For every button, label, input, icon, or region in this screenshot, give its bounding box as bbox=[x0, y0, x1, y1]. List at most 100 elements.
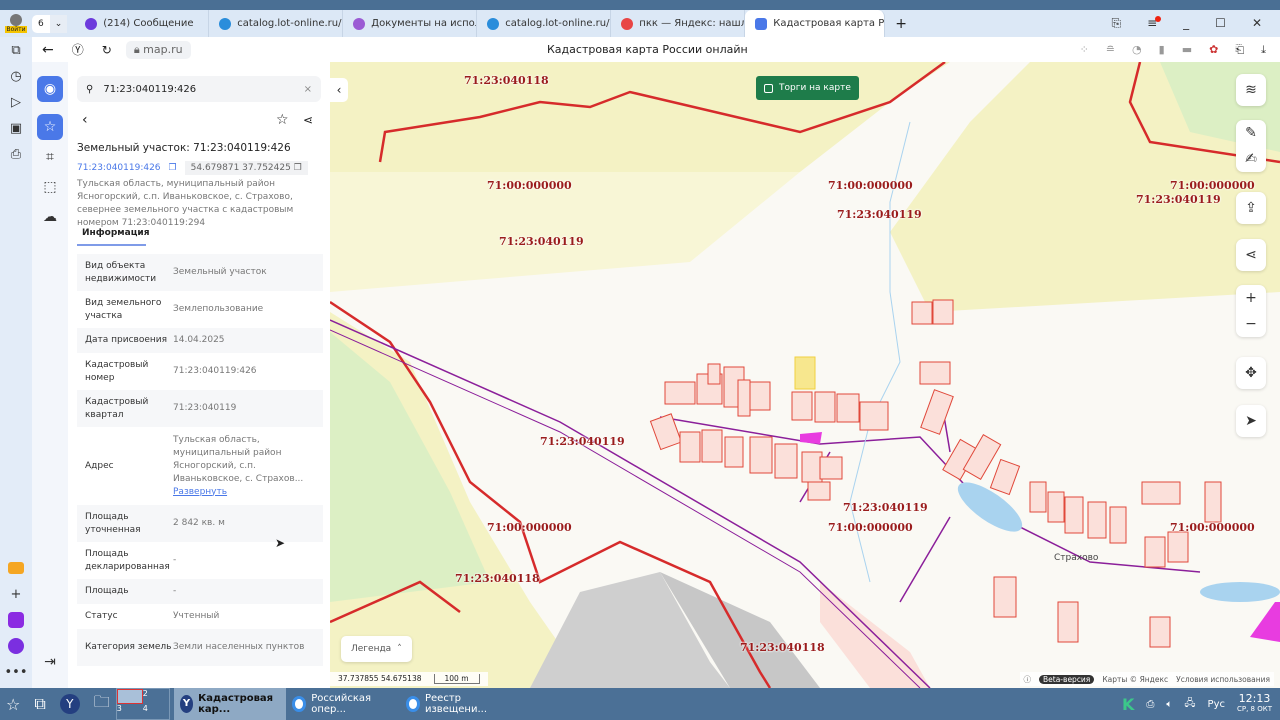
terms-link[interactable]: Условия использования bbox=[1176, 675, 1270, 684]
calendar-icon[interactable]: ▣ bbox=[0, 115, 32, 141]
back-button[interactable]: ‹ bbox=[82, 112, 88, 128]
url-field[interactable]: 🔒︎ map.ru bbox=[125, 40, 191, 59]
desktop-2[interactable]: 2 bbox=[143, 689, 169, 704]
mail-icon[interactable] bbox=[0, 555, 32, 581]
keyboard-layout[interactable]: Рус bbox=[1208, 699, 1225, 710]
tab-group-button[interactable]: 6 ⌄ bbox=[32, 14, 68, 33]
tab[interactable]: catalog.lot-online.ru/inde bbox=[477, 10, 612, 37]
layers-button[interactable]: ≋ bbox=[1236, 74, 1266, 106]
bookmarks-icon[interactable]: ⎘ bbox=[1112, 16, 1122, 31]
tab-active[interactable]: Кадастровая карта Ро× bbox=[745, 10, 886, 37]
profile-button[interactable]: Войти bbox=[0, 14, 32, 33]
yandex-browser-icon[interactable]: Y bbox=[59, 694, 80, 714]
tab-information[interactable]: Информация bbox=[77, 224, 150, 246]
zoom-in-button[interactable]: + bbox=[1245, 290, 1257, 306]
tab[interactable]: пкк — Яндекс: нашлось bbox=[611, 10, 746, 37]
app-logo-icon[interactable]: ◉ bbox=[37, 76, 63, 102]
taskbar-app[interactable]: Реестр извещени... bbox=[400, 688, 514, 720]
tab[interactable]: (214) Сообщение bbox=[75, 10, 210, 37]
profile-label: Войти bbox=[5, 26, 27, 33]
back-icon[interactable]: ← bbox=[42, 42, 54, 58]
legend-button[interactable]: Легенда ˄ bbox=[341, 636, 412, 662]
copy-coords-icon[interactable]: ❐ bbox=[294, 163, 302, 173]
torgi-button[interactable]: Торги на карте bbox=[756, 76, 859, 100]
quarter-label: 71:23:040119 bbox=[837, 208, 922, 221]
printer-icon[interactable]: ⎙ bbox=[1146, 699, 1154, 710]
coordinates: 54.679871 37.752425 bbox=[190, 163, 291, 173]
translate-icon[interactable]: ◔ bbox=[1132, 43, 1142, 57]
taskbar-app[interactable]: Российская опер... bbox=[286, 688, 400, 720]
tabs-icon[interactable]: ⧉ bbox=[0, 37, 32, 63]
expand-link[interactable]: Развернуть bbox=[173, 487, 227, 497]
collapse-panel-button[interactable]: ‹ bbox=[330, 78, 348, 102]
tab[interactable]: catalog.lot-online.ru/inde bbox=[209, 10, 344, 37]
select-area-icon[interactable]: ⬚ bbox=[37, 174, 63, 200]
desktop-4[interactable]: 4 bbox=[143, 704, 169, 719]
copy-icon[interactable]: ❐ bbox=[169, 163, 177, 173]
extensions-icon[interactable]: ⁘ bbox=[1080, 43, 1089, 57]
map-canvas[interactable]: 71:23:040118 71:00:000000 71:23:040119 7… bbox=[330, 62, 1280, 688]
app-rail: ◉ ☆ ⌗ ⬚ ☁ ⇥ bbox=[32, 62, 68, 688]
login-icon[interactable]: ⇥ bbox=[37, 649, 63, 675]
flower-extension-icon[interactable]: ✿ bbox=[1209, 43, 1218, 57]
clock[interactable]: 12:13 СР, 8 ОКТ bbox=[1237, 693, 1272, 715]
volume-icon[interactable]: 🔈︎ bbox=[1166, 699, 1172, 710]
messenger-icon[interactable] bbox=[0, 607, 32, 633]
favorites-icon[interactable]: ☆ bbox=[37, 114, 63, 140]
favorite-star-icon[interactable]: ☆ bbox=[276, 112, 289, 128]
share-map-button[interactable]: ⋖ bbox=[1236, 239, 1266, 271]
pan-button[interactable]: ✥ bbox=[1236, 357, 1266, 389]
reload-icon[interactable]: ↻ bbox=[102, 43, 112, 57]
cloud-icon[interactable]: ☁ bbox=[37, 204, 63, 230]
yandex-icon[interactable]: Ⓨ bbox=[72, 41, 84, 58]
ruler-icon[interactable]: ✎ bbox=[1245, 125, 1257, 141]
search-value: 71:23:040119:426 bbox=[103, 83, 197, 95]
collections-icon[interactable]: ⎗ bbox=[1235, 43, 1244, 57]
reader-icon[interactable]: ≘ bbox=[1106, 43, 1115, 57]
close-window-button[interactable]: ✕ bbox=[1252, 16, 1262, 31]
bookmark-icon[interactable]: ▮ bbox=[1159, 43, 1165, 57]
browser-sidebar: ⧉ ◷ ▷ ▣ ⎙ + ••• bbox=[0, 37, 32, 688]
history-icon[interactable]: ◷ bbox=[0, 63, 32, 89]
geolocate-button[interactable]: ➤ bbox=[1236, 405, 1266, 437]
row-key: Адрес bbox=[85, 460, 114, 471]
vpn-icon[interactable]: ▬ bbox=[1182, 43, 1192, 57]
start-menu-icon[interactable]: ☆ bbox=[6, 695, 20, 714]
desktop-1[interactable] bbox=[116, 689, 143, 704]
road-segment bbox=[1250, 602, 1280, 642]
alice-icon[interactable] bbox=[0, 633, 32, 659]
attribution[interactable]: Карты © Яндекс bbox=[1102, 675, 1168, 684]
download-icon[interactable]: ⤓ bbox=[1261, 43, 1266, 57]
clear-search-icon[interactable]: × bbox=[304, 84, 312, 95]
zoom-controls: + − bbox=[1236, 285, 1266, 337]
table-row: Категория земель Земли населенных пунктов bbox=[77, 629, 323, 666]
desktop-3[interactable]: 3 bbox=[117, 704, 143, 719]
zoom-out-button[interactable]: − bbox=[1245, 316, 1257, 332]
edit-icon[interactable]: ✍ bbox=[1245, 151, 1257, 167]
new-tab-button[interactable]: + bbox=[895, 16, 907, 32]
info-icon[interactable]: ⓘ bbox=[1024, 674, 1032, 685]
file-manager-icon[interactable]: 🗀︎ bbox=[94, 691, 110, 718]
maximize-button[interactable]: ☐ bbox=[1215, 16, 1226, 31]
desktop-switcher[interactable]: 2 3 4 bbox=[115, 688, 170, 720]
windows-icon[interactable]: ⧉ bbox=[34, 694, 45, 714]
share-icon[interactable]: ⋖ bbox=[303, 113, 313, 127]
upload-button[interactable]: ⇪ bbox=[1236, 192, 1266, 224]
network-icon[interactable]: 🖧︎ bbox=[1184, 696, 1195, 713]
play-icon[interactable]: ▷ bbox=[0, 89, 32, 115]
cadastral-number-link[interactable]: 71:23:040119:426 bbox=[77, 163, 161, 173]
polygon-tool-icon[interactable]: ⌗ bbox=[37, 144, 63, 170]
row-key: Площадь декларированная bbox=[85, 548, 170, 572]
add-icon[interactable]: + bbox=[0, 581, 32, 607]
screenshot-icon[interactable]: ⎙ bbox=[0, 141, 32, 167]
legend-label: Легенда bbox=[351, 644, 392, 654]
search-input[interactable]: ⚲ 71:23:040119:426 × bbox=[77, 76, 321, 102]
taskbar-app-active[interactable]: Y Кадастровая кар... bbox=[173, 688, 286, 720]
more-icon[interactable]: ••• bbox=[0, 659, 32, 685]
row-value: 14.04.2025 bbox=[173, 335, 225, 345]
tab-title: (214) Сообщение bbox=[103, 18, 194, 29]
minimize-button[interactable]: _ bbox=[1183, 16, 1189, 31]
menu-icon[interactable]: ≡ bbox=[1147, 16, 1162, 31]
tab[interactable]: Документы на исполнен bbox=[343, 10, 478, 37]
kaspersky-icon[interactable]: K bbox=[1122, 695, 1134, 714]
